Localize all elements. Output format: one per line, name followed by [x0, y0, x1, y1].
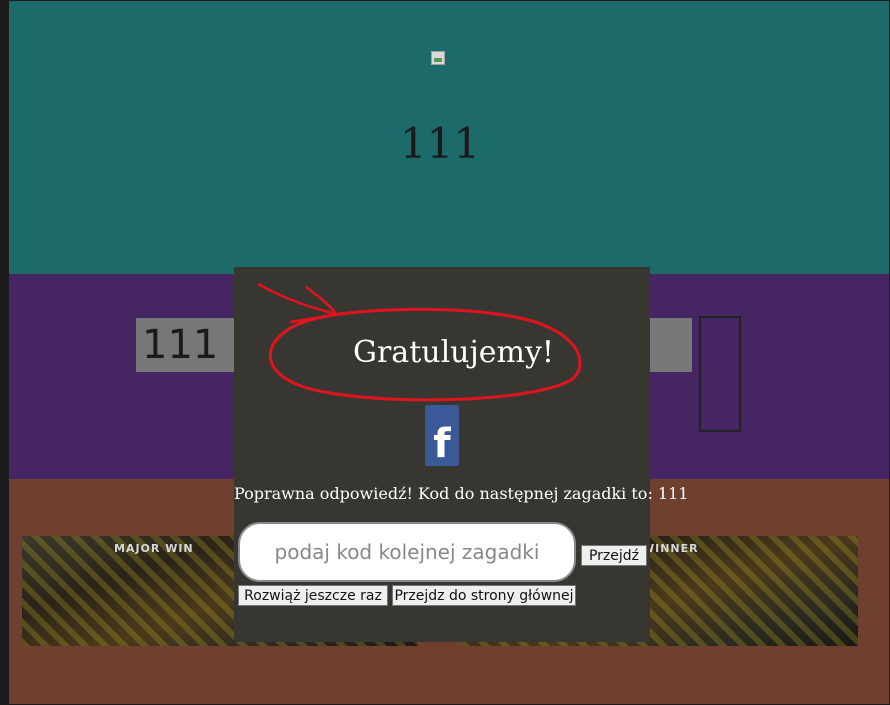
modal-title: Gratulujemy!: [353, 335, 554, 370]
broken-image-icon: [431, 51, 445, 65]
submit-answer-box[interactable]: [699, 316, 741, 432]
home-button[interactable]: Przejdz do strony głównej: [392, 585, 576, 606]
result-message: Poprawna odpowiedź! Kod do następnej zag…: [234, 484, 689, 503]
retry-button[interactable]: Rozwiąż jeszcze raz: [238, 585, 388, 606]
go-button[interactable]: Przejdź: [581, 545, 647, 566]
banner-caption-right: WINNER: [642, 542, 699, 555]
facebook-icon[interactable]: f: [425, 405, 459, 466]
banner-caption-left: MAJOR WIN: [114, 542, 194, 555]
puzzle-code-heading: 111: [399, 119, 481, 168]
next-code-input[interactable]: podaj kod kolejnej zagadki: [238, 522, 576, 582]
